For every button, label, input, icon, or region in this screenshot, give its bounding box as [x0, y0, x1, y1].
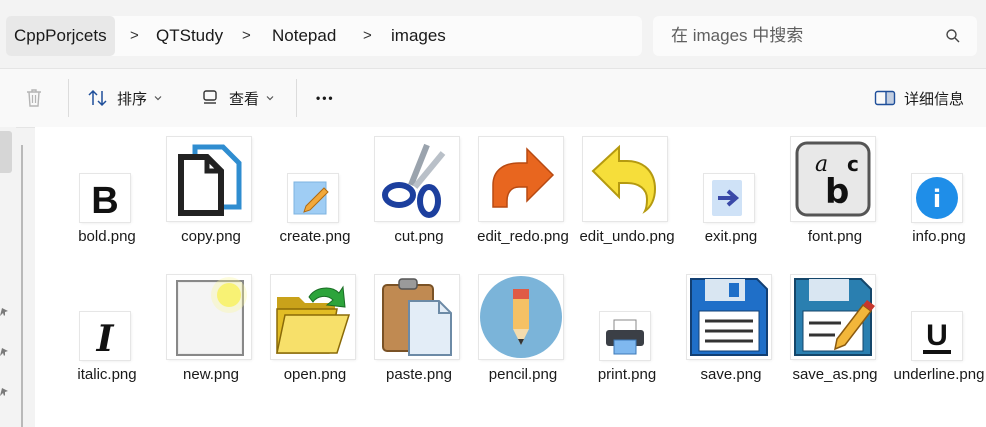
search-icon[interactable] [945, 28, 961, 44]
sort-icon [88, 89, 107, 107]
file-name: save.png [700, 366, 762, 383]
search-placeholder: 在 images 中搜索 [671, 26, 804, 45]
open-folder-icon [271, 275, 355, 359]
sort-label: 排序 [117, 90, 148, 108]
delete-button[interactable] [24, 69, 44, 127]
file-name: info.png [912, 228, 966, 245]
trash-icon [27, 89, 41, 107]
breadcrumb[interactable]: CppPorjcets > QTStudy > Notepad > images [6, 16, 642, 56]
breadcrumb-item-qtstudy[interactable]: QTStudy [156, 16, 223, 56]
svg-text:B: B [91, 180, 118, 222]
chevron-down-icon [154, 96, 162, 101]
pin-icon[interactable] [0, 307, 9, 317]
copy-icon [167, 137, 251, 221]
file-name: bold.png [78, 228, 136, 245]
file-name: open.png [283, 366, 347, 383]
details-label: 详细信息 [904, 90, 965, 108]
pencil-icon [479, 275, 563, 359]
breadcrumb-item-images[interactable]: images [391, 16, 446, 56]
create-icon [288, 174, 338, 222]
file-name: pencil.png [488, 366, 558, 383]
file-name: new.png [183, 366, 239, 383]
file-name: underline.png [893, 366, 985, 383]
file-name: print.png [597, 366, 657, 383]
file-name: paste.png [386, 366, 452, 383]
pin-icon[interactable] [0, 347, 9, 357]
file-name: exit.png [704, 228, 758, 245]
command-bar: 排序 查看 ••• 详细信息 [0, 68, 986, 128]
scissors-icon [375, 137, 459, 221]
pin-icon[interactable] [0, 387, 9, 397]
details-pane-button[interactable]: 详细信息 [874, 69, 964, 127]
file-name: italic.png [77, 366, 137, 383]
chevron-down-icon [266, 96, 274, 101]
floppy-disk-icon [687, 275, 771, 359]
details-pane-icon [874, 90, 896, 106]
toolbar-divider [68, 79, 69, 117]
more-options-button[interactable]: ••• [316, 69, 335, 127]
info-icon: i [912, 174, 962, 222]
file-name: cut.png [394, 228, 444, 245]
file-name: save_as.png [792, 366, 878, 383]
file-name: copy.png [181, 228, 241, 245]
italic-icon: I [80, 312, 130, 360]
view-button[interactable]: 查看 [201, 69, 275, 127]
svg-text:I: I [96, 318, 115, 360]
exit-icon [704, 174, 754, 222]
view-icon [203, 90, 217, 104]
toolbar-divider [296, 79, 297, 117]
save-as-icon [791, 275, 875, 359]
file-name: edit_undo.png [579, 228, 675, 245]
navigation-pane [0, 127, 23, 427]
nav-scrollbar[interactable] [0, 131, 12, 173]
svg-text:b: b [825, 172, 849, 212]
font-icon: a b c [791, 137, 875, 221]
svg-text:c: c [847, 152, 859, 176]
new-document-icon [167, 275, 251, 359]
bold-icon: B [80, 174, 130, 222]
scrollbar-track[interactable] [21, 145, 23, 427]
file-grid: B bold.png copy.png create.png cut.png e… [35, 127, 986, 427]
clipboard-icon [375, 275, 459, 359]
svg-text:i: i [933, 185, 941, 213]
svg-text:U: U [926, 319, 948, 352]
breadcrumb-item-notepad[interactable]: Notepad [272, 16, 336, 56]
file-name: create.png [279, 228, 351, 245]
breadcrumb-separator-icon[interactable]: > [363, 16, 372, 56]
underline-icon: U [912, 312, 962, 360]
printer-icon [600, 312, 650, 360]
sort-button[interactable]: 排序 [87, 69, 163, 127]
address-row: CppPorjcets > QTStudy > Notepad > images… [0, 0, 986, 68]
file-name: edit_redo.png [477, 228, 569, 245]
view-label: 查看 [229, 90, 260, 108]
search-input[interactable]: 在 images 中搜索 [653, 16, 977, 56]
undo-arrow-icon [583, 137, 667, 221]
more-icon: ••• [316, 91, 335, 105]
file-name: font.png [807, 228, 863, 245]
breadcrumb-separator-icon[interactable]: > [130, 16, 139, 56]
redo-arrow-icon [479, 137, 563, 221]
breadcrumb-item-cppporjcets[interactable]: CppPorjcets [6, 16, 115, 56]
breadcrumb-separator-icon[interactable]: > [242, 16, 251, 56]
